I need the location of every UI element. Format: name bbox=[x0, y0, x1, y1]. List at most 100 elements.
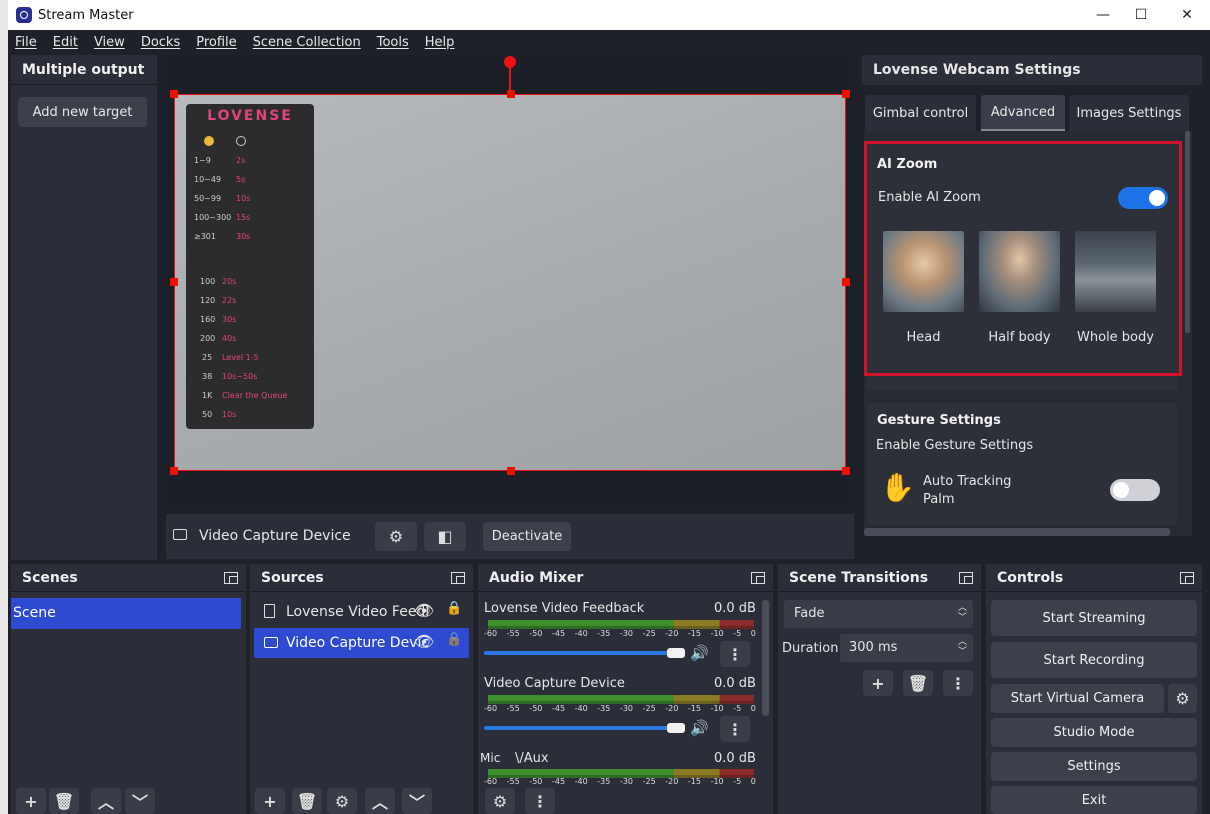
move-source-down-button[interactable]: ﹀ bbox=[402, 788, 432, 814]
special-label: 10s~50s bbox=[222, 372, 258, 381]
auto-tracking-label-palm: Palm bbox=[923, 492, 955, 507]
more-vertical-icon: ⋮ bbox=[727, 644, 743, 664]
menu-scene-collection[interactable]: Scene Collection bbox=[253, 35, 361, 50]
special-amount: 100 bbox=[200, 277, 216, 286]
meter-ticks: -60 -55 -50 -45 -40 -35 -30 -25 -20 -15 -10 -5 0 bbox=[484, 704, 756, 713]
volume-slider-knob[interactable] bbox=[667, 723, 685, 733]
duration-spinbox[interactable]: 300 ms ︿ ﹀ bbox=[840, 634, 973, 662]
menu-edit[interactable]: Edit bbox=[53, 35, 78, 50]
remove-source-button[interactable]: 🗑 bbox=[292, 788, 322, 814]
add-new-target-button[interactable]: Add new target bbox=[18, 97, 147, 127]
window-title-bar: Stream Master — ☐ ✕ bbox=[8, 0, 1210, 30]
undock-icon[interactable] bbox=[751, 572, 765, 584]
rotation-handle[interactable] bbox=[504, 56, 516, 68]
start-virtual-camera-button[interactable]: Start Virtual Camera bbox=[991, 684, 1164, 713]
tier-range: 10~49 bbox=[194, 175, 222, 184]
menu-view[interactable]: View bbox=[94, 35, 125, 50]
menu-profile[interactable]: Profile bbox=[196, 35, 236, 50]
remove-scene-button[interactable]: 🗑 bbox=[49, 788, 79, 814]
half-body-zoom-thumbnail[interactable] bbox=[979, 231, 1060, 312]
audio-settings-button[interactable]: ⚙ bbox=[485, 788, 515, 814]
virtual-camera-settings-button[interactable]: ⚙ bbox=[1168, 684, 1197, 713]
head-zoom-thumbnail[interactable] bbox=[883, 231, 964, 312]
add-source-button[interactable]: + bbox=[255, 788, 285, 814]
volume-slider[interactable] bbox=[484, 726, 684, 730]
tab-images-settings[interactable]: Images Settings bbox=[1069, 95, 1189, 131]
start-streaming-button[interactable]: Start Streaming bbox=[991, 600, 1197, 636]
auto-tracking-palm-toggle[interactable] bbox=[1110, 479, 1160, 501]
menu-docks[interactable]: Docks bbox=[141, 35, 180, 50]
scene-transitions-title: Scene Transitions bbox=[778, 564, 981, 592]
channel-menu-button[interactable]: ⋮ bbox=[720, 641, 750, 667]
lock-icon[interactable]: 🔒 bbox=[446, 632, 462, 647]
undock-icon[interactable] bbox=[1180, 572, 1194, 584]
scene-list-item[interactable]: Scene bbox=[11, 598, 241, 629]
resize-handle-right[interactable] bbox=[842, 278, 850, 286]
maximize-button[interactable]: ☐ bbox=[1118, 0, 1164, 30]
lock-icon[interactable]: 🔒 bbox=[446, 601, 462, 616]
add-transition-button[interactable]: + bbox=[863, 670, 893, 696]
source-properties-button[interactable]: ⚙ bbox=[327, 788, 357, 814]
enable-ai-zoom-label: Enable AI Zoom bbox=[878, 190, 981, 205]
close-button[interactable]: ✕ bbox=[1164, 0, 1210, 30]
ai-zoom-toggle[interactable] bbox=[1118, 187, 1168, 209]
deactivate-button[interactable]: Deactivate bbox=[483, 522, 571, 551]
tab-gimbal-control[interactable]: Gimbal control bbox=[865, 95, 976, 131]
trash-icon: 🗑 bbox=[296, 791, 318, 811]
scenes-title: Scenes bbox=[11, 564, 246, 592]
remove-transition-button[interactable]: 🗑 bbox=[903, 670, 933, 696]
eye-icon[interactable]: 👁 bbox=[414, 601, 434, 620]
sources-title: Sources bbox=[250, 564, 473, 592]
add-scene-button[interactable]: + bbox=[16, 788, 46, 814]
palm-icon: ✋ bbox=[880, 471, 915, 504]
transition-menu-button[interactable]: ⋮ bbox=[943, 670, 973, 696]
chevron-up-icon: ︿ bbox=[97, 793, 114, 812]
undock-icon[interactable] bbox=[224, 572, 238, 584]
resize-handle-bottom[interactable] bbox=[507, 467, 515, 475]
special-amount: 25 bbox=[202, 353, 213, 362]
undock-icon[interactable] bbox=[959, 572, 973, 584]
move-source-up-button[interactable]: ︿ bbox=[365, 788, 395, 814]
whole-body-zoom-thumbnail[interactable] bbox=[1075, 231, 1156, 312]
resize-handle-tl[interactable] bbox=[170, 90, 178, 98]
settings-scrollbar[interactable] bbox=[1185, 131, 1190, 333]
channel-name: Lovense Video Feedback bbox=[484, 601, 645, 616]
special-amount: 120 bbox=[200, 296, 216, 305]
mixer-scrollbar[interactable] bbox=[762, 600, 769, 716]
undock-icon[interactable] bbox=[451, 572, 465, 584]
channel-menu-button[interactable]: ⋮ bbox=[720, 716, 750, 742]
speaker-icon[interactable]: 🔊 bbox=[690, 644, 709, 662]
scene-transitions-dock: Scene Transitions Fade ︿ ﹀ Duration 300 m… bbox=[778, 564, 981, 814]
audio-menu-button[interactable]: ⋮ bbox=[525, 788, 555, 814]
source-list-item[interactable]: Lovense Video Feedl 👁 🔒 bbox=[254, 597, 469, 627]
transition-select[interactable]: Fade ︿ ﹀ bbox=[784, 600, 973, 628]
camera-icon bbox=[173, 529, 187, 540]
start-recording-button[interactable]: Start Recording bbox=[991, 642, 1197, 678]
tier-time: 10s bbox=[236, 194, 251, 203]
background-window-strip bbox=[0, 0, 8, 814]
speaker-icon[interactable]: 🔊 bbox=[690, 719, 709, 737]
settings-horizontal-scrollbar[interactable] bbox=[864, 528, 1170, 536]
settings-button[interactable]: Settings bbox=[991, 752, 1197, 781]
resize-handle-top[interactable] bbox=[507, 90, 515, 98]
move-scene-down-button[interactable]: ﹀ bbox=[125, 788, 155, 814]
tab-advanced[interactable]: Advanced bbox=[981, 95, 1065, 131]
resize-handle-left[interactable] bbox=[170, 278, 178, 286]
source-properties-button[interactable]: ⚙ bbox=[375, 522, 417, 551]
volume-slider[interactable] bbox=[484, 651, 684, 655]
menu-help[interactable]: Help bbox=[425, 35, 455, 50]
source-filters-button[interactable]: ◧ bbox=[424, 522, 466, 551]
resize-handle-tr[interactable] bbox=[842, 90, 850, 98]
resize-handle-br[interactable] bbox=[842, 467, 850, 475]
volume-slider-knob[interactable] bbox=[667, 648, 685, 658]
exit-button[interactable]: Exit bbox=[991, 786, 1197, 814]
enable-gesture-label: Enable Gesture Settings bbox=[876, 438, 1034, 453]
menu-tools[interactable]: Tools bbox=[377, 35, 409, 50]
resize-handle-bl[interactable] bbox=[170, 467, 178, 475]
eye-icon[interactable]: 👁 bbox=[414, 632, 434, 651]
menu-file[interactable]: File bbox=[15, 35, 37, 50]
source-list-item-selected[interactable]: Video Capture Devic 👁 🔒 bbox=[254, 628, 469, 658]
move-scene-up-button[interactable]: ︿ bbox=[91, 788, 121, 814]
chevron-down-icon: ﹀ bbox=[131, 793, 148, 812]
studio-mode-button[interactable]: Studio Mode bbox=[991, 718, 1197, 747]
